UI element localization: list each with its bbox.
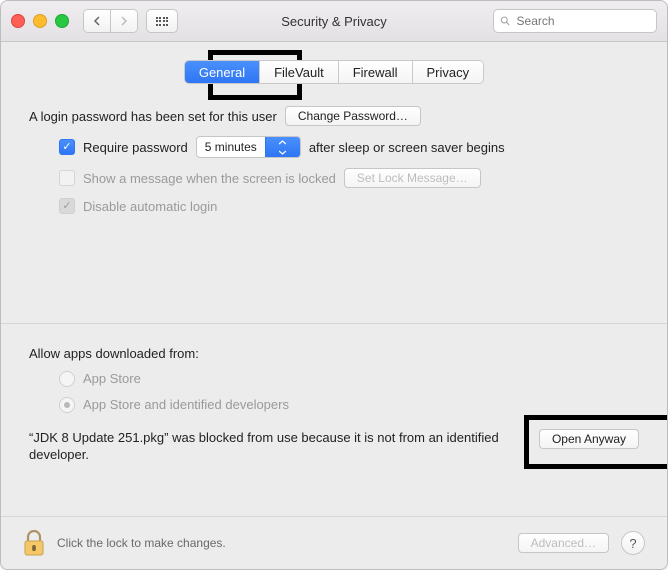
minimize-window-button[interactable]: [33, 14, 47, 28]
open-anyway-button[interactable]: Open Anyway: [539, 429, 639, 449]
help-button[interactable]: ?: [621, 531, 645, 555]
question-icon: ?: [629, 536, 636, 551]
blocked-app-message: “JDK 8 Update 251.pkg” was blocked from …: [29, 429, 519, 464]
after-sleep-text: after sleep or screen saver begins: [309, 140, 505, 155]
download-opt-appstore-row: App Store: [29, 371, 639, 387]
radio-appstore-label: App Store: [83, 371, 141, 386]
open-anyway-wrap: Open Anyway: [539, 429, 639, 449]
set-lock-message-button: Set Lock Message…: [344, 168, 481, 188]
show-message-checkbox: [59, 170, 75, 186]
close-window-button[interactable]: [11, 14, 25, 28]
disable-auto-login-checkbox: [59, 198, 75, 214]
select-stepper-icon: [265, 137, 300, 157]
tab-privacy[interactable]: Privacy: [412, 61, 484, 83]
footer-bar: Click the lock to make changes. Advanced…: [1, 516, 667, 569]
chevron-left-icon: [93, 16, 101, 26]
blocked-app-row: “JDK 8 Update 251.pkg” was blocked from …: [29, 429, 639, 464]
forward-button[interactable]: [110, 10, 137, 32]
radio-identified-label: App Store and identified developers: [83, 397, 289, 412]
password-set-text: A login password has been set for this u…: [29, 109, 277, 124]
change-password-button[interactable]: Change Password…: [285, 106, 421, 126]
download-opt-identified-row: App Store and identified developers: [29, 397, 639, 413]
lock-icon[interactable]: [23, 529, 45, 557]
show-all-button[interactable]: [146, 9, 178, 33]
disable-auto-login-row: Disable automatic login: [29, 198, 639, 214]
download-heading-row: Allow apps downloaded from:: [29, 346, 639, 361]
require-password-row: Require password 5 minutes after sleep o…: [29, 136, 639, 158]
password-set-row: A login password has been set for this u…: [29, 106, 639, 126]
require-password-checkbox[interactable]: [59, 139, 75, 155]
radio-identified: [59, 397, 75, 413]
section-divider: [1, 323, 667, 324]
search-input[interactable]: [515, 13, 650, 29]
security-privacy-window: Security & Privacy General FileVault Fir…: [0, 0, 668, 570]
lock-message: Click the lock to make changes.: [57, 536, 226, 550]
window-controls: [11, 14, 69, 28]
show-message-row: Show a message when the screen is locked…: [29, 168, 639, 188]
require-password-label: Require password: [83, 140, 188, 155]
download-heading: Allow apps downloaded from:: [29, 346, 199, 361]
zoom-window-button[interactable]: [55, 14, 69, 28]
content-pane: General FileVault Firewall Privacy A log…: [1, 42, 667, 516]
require-password-delay-select[interactable]: 5 minutes: [196, 136, 301, 158]
login-section: A login password has been set for this u…: [29, 106, 639, 224]
tab-bar: General FileVault Firewall Privacy: [184, 60, 484, 84]
advanced-button: Advanced…: [518, 533, 609, 553]
search-icon: [500, 15, 511, 27]
tab-filevault[interactable]: FileVault: [259, 61, 338, 83]
tab-firewall[interactable]: Firewall: [338, 61, 412, 83]
require-password-delay-value: 5 minutes: [197, 137, 265, 157]
show-message-label: Show a message when the screen is locked: [83, 171, 336, 186]
chevron-right-icon: [120, 16, 128, 26]
disable-auto-login-label: Disable automatic login: [83, 199, 217, 214]
radio-appstore: [59, 371, 75, 387]
window-toolbar: Security & Privacy: [1, 1, 667, 42]
search-field[interactable]: [493, 9, 657, 33]
tab-row: General FileVault Firewall Privacy: [29, 60, 639, 84]
back-button[interactable]: [84, 10, 110, 32]
nav-back-forward: [83, 9, 138, 33]
grid-icon: [156, 17, 169, 26]
tab-general[interactable]: General: [185, 61, 259, 83]
download-section: Allow apps downloaded from: App Store Ap…: [29, 346, 639, 464]
